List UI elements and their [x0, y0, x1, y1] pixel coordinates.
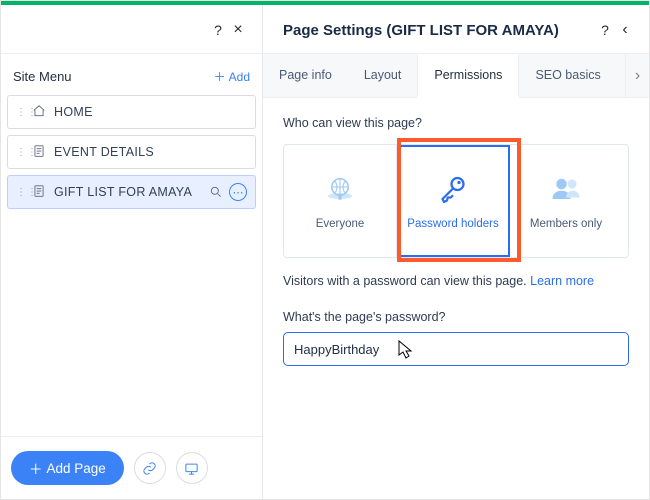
- tab-layout[interactable]: Layout: [348, 54, 418, 97]
- option-password-holders[interactable]: Password holders: [397, 145, 510, 257]
- tabs-scroll-right-icon[interactable]: ›: [625, 54, 649, 97]
- globe-icon: [322, 172, 358, 208]
- chevron-left-icon[interactable]: ‹: [615, 21, 635, 39]
- members-icon: [548, 172, 584, 208]
- more-icon[interactable]: ⋯: [229, 183, 247, 201]
- link-icon[interactable]: [134, 452, 166, 484]
- option-everyone[interactable]: Everyone: [284, 145, 397, 257]
- drag-handle-icon[interactable]: ⋮⋮: [16, 109, 24, 116]
- tab-seo-basics[interactable]: SEO basics: [519, 54, 616, 97]
- add-page-button[interactable]: ＋ Add Page: [11, 451, 124, 485]
- drag-handle-icon[interactable]: ⋮⋮: [16, 149, 24, 156]
- tab-bar: Page info Layout Permissions SEO basics …: [263, 54, 649, 98]
- menu-item-home[interactable]: ⋮⋮ HOME: [7, 95, 256, 129]
- learn-more-link[interactable]: Learn more: [530, 274, 594, 288]
- password-field-label: What's the page's password?: [283, 310, 629, 324]
- close-icon[interactable]: ×: [228, 21, 248, 39]
- help-icon[interactable]: ?: [208, 22, 228, 38]
- page-settings-title: Page Settings (GIFT LIST FOR AMAYA): [283, 22, 595, 39]
- page-icon: [32, 144, 46, 161]
- tab-page-info[interactable]: Page info: [263, 54, 348, 97]
- tab-permissions[interactable]: Permissions: [417, 54, 519, 98]
- site-menu-list: ⋮⋮ HOME ⋮⋮ EVENT DETAILS ⋮⋮: [1, 95, 262, 209]
- permission-options: Everyone Password holders: [283, 144, 629, 258]
- drag-handle-icon[interactable]: ⋮⋮: [16, 189, 24, 196]
- cursor-icon: [396, 339, 414, 361]
- desktop-icon[interactable]: [176, 452, 208, 484]
- site-menu-title: Site Menu: [13, 69, 214, 84]
- who-can-view-label: Who can view this page?: [283, 116, 629, 130]
- option-members-only[interactable]: Members only: [510, 145, 628, 257]
- permission-description: Visitors with a password can view this p…: [283, 274, 629, 288]
- home-icon: [32, 104, 46, 121]
- help-icon[interactable]: ?: [595, 22, 615, 38]
- search-icon[interactable]: [209, 185, 223, 199]
- password-input[interactable]: [283, 332, 629, 366]
- page-icon: [32, 184, 46, 201]
- menu-item-event-details[interactable]: ⋮⋮ EVENT DETAILS: [7, 135, 256, 169]
- key-icon: [435, 172, 471, 208]
- add-menu-item[interactable]: ＋ Add: [214, 68, 250, 85]
- menu-item-gift-list[interactable]: ⋮⋮ GIFT LIST FOR AMAYA ⋯: [7, 175, 256, 209]
